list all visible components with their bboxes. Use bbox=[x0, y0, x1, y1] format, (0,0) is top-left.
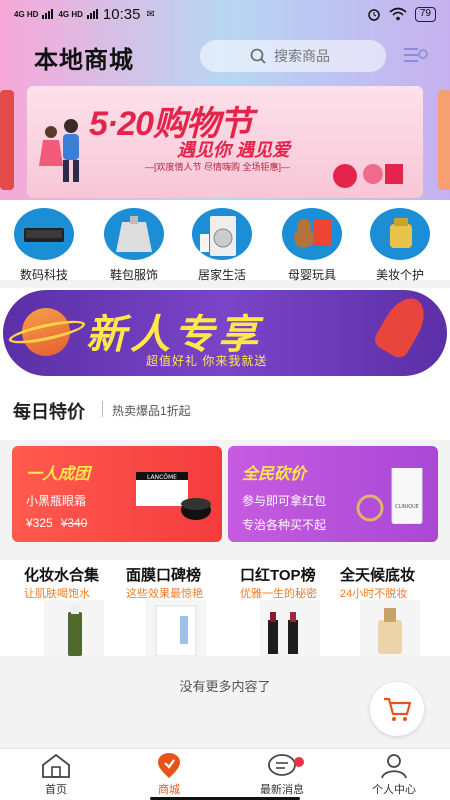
banner-tagline: —[欢度情人节 尽情嗨购 全场钜惠]— bbox=[145, 162, 291, 172]
carousel-prev-peek[interactable] bbox=[0, 90, 14, 190]
feature-card[interactable]: 化妆水合集 让肌肤喝饱水 bbox=[24, 564, 134, 656]
category-item[interactable]: 居家生活 bbox=[182, 208, 262, 283]
banner-subheadline: 遇见你 遇见爱 bbox=[177, 140, 291, 160]
product-brand: CLINIQUE bbox=[395, 504, 419, 510]
promo-subtitle: 超值好礼 你来我就送 bbox=[146, 354, 268, 368]
signal-label-2: 4G HD bbox=[58, 9, 83, 19]
category-label: 居家生活 bbox=[197, 268, 246, 282]
category-image bbox=[370, 208, 430, 260]
feature-card[interactable]: 口红TOP榜 优雅一生的秘密 bbox=[240, 564, 350, 656]
bargain-card[interactable]: 全民砍价 参与即可拿红包 专治各种买不起 CLINIQUE bbox=[228, 446, 438, 542]
feature-title: 面膜口碑榜 bbox=[126, 567, 202, 584]
signal-label-1: 4G HD bbox=[14, 9, 39, 19]
unread-badge bbox=[294, 757, 304, 767]
category-item[interactable]: 母婴玩具 bbox=[272, 208, 352, 283]
deal-price: ¥325 bbox=[26, 516, 53, 530]
product-image bbox=[146, 600, 206, 657]
feature-subtitle: 优雅一生的秘密 bbox=[240, 588, 317, 600]
clock: 10:35 bbox=[102, 5, 141, 23]
category-item[interactable]: 数码科技 bbox=[4, 208, 84, 283]
new-user-promo[interactable]: 新人专享 超值好礼 你来我就送 bbox=[0, 288, 450, 380]
end-of-list: 没有更多内容了 bbox=[0, 656, 450, 748]
tab-home[interactable]: 首页 bbox=[16, 753, 96, 797]
tab-label: 个人中心 bbox=[372, 784, 416, 796]
category-item[interactable]: 鞋包服饰 bbox=[94, 208, 174, 283]
product-brand: LANCÔME bbox=[147, 474, 177, 481]
cart-button[interactable] bbox=[370, 682, 424, 736]
product-image: CLINIQUE bbox=[352, 452, 428, 525]
deal-line-1: 参与即可拿红包 bbox=[242, 494, 327, 508]
top-header: 本地商城 搜索商品 bbox=[0, 38, 450, 74]
menu-icon[interactable] bbox=[402, 42, 430, 68]
feature-card[interactable]: 面膜口碑榜 这些效果最惊艳 bbox=[126, 564, 236, 657]
product-image: LANCÔME bbox=[136, 468, 212, 524]
feature-card[interactable]: 全天候底妆 24小时不脱妆 bbox=[340, 564, 450, 656]
promo-banner[interactable]: 5·20购物节 遇见你 遇见爱 —[欢度情人节 尽情嗨购 全场钜惠]— bbox=[27, 86, 423, 198]
deal-line-2: 专治各种买不起 bbox=[242, 518, 327, 532]
feature-subtitle: 这些效果最惊艳 bbox=[126, 588, 203, 600]
section-subtitle: 热卖爆品1折起 bbox=[112, 404, 191, 418]
search-icon bbox=[250, 48, 266, 64]
feature-subtitle: 24小时不脱妆 bbox=[340, 588, 408, 600]
deal-price-line: ¥325 ¥340 bbox=[26, 516, 87, 530]
category-image bbox=[282, 208, 342, 260]
tab-label: 最新消息 bbox=[260, 784, 304, 796]
battery-indicator: 79 bbox=[414, 6, 436, 22]
deals-row: 一人成团 小黑瓶眼霜 ¥325 ¥340 LANCÔME 全民砍价 参与即可拿红包… bbox=[0, 440, 450, 555]
feature-title: 全天候底妆 bbox=[340, 567, 416, 584]
featured-lists: 化妆水合集 让肌肤喝饱水 面膜口碑榜 这些效果最惊艳 口红TOP榜 优雅一生的秘… bbox=[0, 560, 450, 657]
bottom-tab-bar: 首页 商城 最新消息 个人中心 bbox=[0, 748, 450, 800]
shopping-cart-icon bbox=[384, 697, 412, 721]
message-icon bbox=[268, 754, 296, 776]
category-label: 美妆个护 bbox=[375, 268, 424, 282]
deal-product-name: 小黑瓶眼霜 bbox=[26, 494, 87, 508]
feature-title: 口红TOP榜 bbox=[240, 567, 316, 584]
search-placeholder: 搜索商品 bbox=[274, 48, 330, 64]
search-input[interactable]: 搜索商品 bbox=[200, 40, 386, 72]
tab-messages[interactable]: 最新消息 bbox=[242, 753, 322, 797]
category-image bbox=[14, 208, 74, 260]
tab-profile[interactable]: 个人中心 bbox=[354, 753, 434, 797]
group-buy-card[interactable]: 一人成团 小黑瓶眼霜 ¥325 ¥340 LANCÔME bbox=[12, 446, 222, 542]
category-row: 数码科技 鞋包服饰 居家生活 母婴玩具 美妆个护 bbox=[0, 200, 450, 283]
user-icon bbox=[381, 754, 407, 779]
home-icon bbox=[42, 753, 70, 778]
deal-old-price: ¥340 bbox=[60, 516, 88, 530]
status-bar: 4G HD 4G HD 10:35 ✉ 79 bbox=[0, 0, 450, 28]
section-title: 每日特价 bbox=[13, 402, 85, 422]
tab-label: 首页 bbox=[45, 784, 67, 796]
category-image bbox=[104, 208, 164, 260]
product-image bbox=[44, 600, 104, 656]
deal-title: 一人成团 bbox=[26, 466, 91, 483]
category-item[interactable]: 美妆个护 bbox=[360, 208, 440, 283]
daily-deals-header: 每日特价 热卖爆品1折起 bbox=[0, 380, 450, 440]
divider bbox=[102, 401, 103, 417]
signal-icon bbox=[42, 9, 54, 19]
notification-icon: ✉ bbox=[146, 8, 155, 20]
carousel-next-peek[interactable] bbox=[438, 90, 450, 190]
gift-icon bbox=[333, 164, 403, 188]
wifi-icon bbox=[389, 7, 407, 21]
product-image bbox=[260, 600, 320, 656]
category-label: 数码科技 bbox=[19, 268, 68, 282]
alarm-icon bbox=[368, 9, 380, 21]
feature-subtitle: 让肌肤喝饱水 bbox=[24, 588, 90, 600]
category-image bbox=[192, 208, 252, 260]
category-label: 鞋包服饰 bbox=[109, 268, 158, 282]
store-icon bbox=[158, 753, 180, 778]
page-title: 本地商城 bbox=[34, 47, 134, 74]
product-image bbox=[360, 600, 420, 656]
tab-label: 商城 bbox=[158, 784, 180, 796]
tab-store[interactable]: 商城 bbox=[129, 753, 209, 797]
couple-illustration bbox=[39, 119, 79, 182]
feature-title: 化妆水合集 bbox=[24, 567, 100, 584]
signal-icon bbox=[86, 9, 98, 19]
category-label: 母婴玩具 bbox=[287, 268, 336, 282]
deal-title: 全民砍价 bbox=[242, 466, 307, 483]
